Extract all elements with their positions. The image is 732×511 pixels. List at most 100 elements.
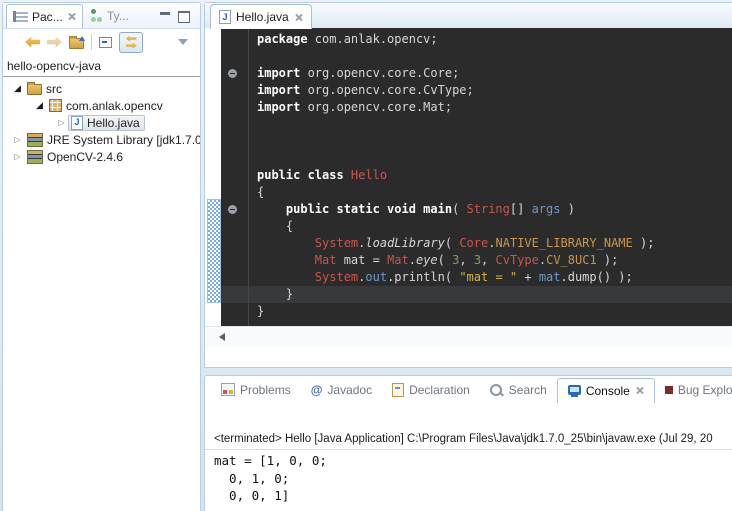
editor-left-ruler [205, 28, 221, 347]
code-token: public class [257, 168, 351, 182]
console-output-line: mat = [1, 0, 0; [214, 452, 327, 470]
close-icon[interactable] [67, 12, 76, 21]
view-menu-icon[interactable] [178, 39, 188, 50]
console-tab-problems[interactable]: Problems [211, 378, 301, 402]
tree-item-com-anlak-opencv[interactable]: ◢ com.anlak.opencv [3, 97, 200, 114]
code-text[interactable]: package com.anlak.opencv; import org.open… [249, 31, 732, 320]
code-line-7[interactable] [249, 133, 732, 150]
code-token: , [459, 253, 473, 267]
console-tab-bug-explorer[interactable]: Bug Explorer [655, 378, 732, 402]
code-token: .dump() ); [561, 270, 633, 284]
package-icon [49, 99, 62, 112]
expand-arrow-icon[interactable]: ▷ [11, 135, 24, 144]
tab-type-hierarchy-label: Ty... [107, 9, 129, 23]
code-token [257, 236, 315, 250]
code-token: NATIVE_LIBRARY_NAME [495, 236, 632, 250]
code-token: . [539, 253, 546, 267]
code-line-17[interactable]: } [249, 303, 732, 320]
code-token: CV_8UC1 [546, 253, 597, 267]
tab-package-explorer[interactable]: Pac... [6, 4, 83, 28]
project-root-label[interactable]: hello-opencv-java [3, 55, 200, 75]
code-line-10[interactable]: { [249, 184, 732, 201]
minimize-icon[interactable] [160, 12, 170, 15]
package-folder-icon [27, 84, 42, 95]
tree-item-hello-java[interactable]: ▷ J Hello.java [3, 114, 200, 131]
back-button[interactable] [25, 37, 40, 48]
package-explorer-tree: ◢src◢com.anlak.opencv▷JHello.java▷JRE Sy… [3, 80, 200, 165]
code-line-12[interactable]: { [249, 218, 732, 235]
console-separator [205, 449, 732, 450]
java-letter: J [74, 118, 79, 127]
forward-button[interactable] [47, 37, 62, 48]
code-line-3[interactable]: import org.opencv.core.Core; [249, 65, 732, 82]
code-line-13[interactable]: System.loadLibrary( Core.NATIVE_LIBRARY_… [249, 235, 732, 252]
code-token: out [365, 270, 387, 284]
collapse-arrow-icon[interactable]: ◢ [33, 100, 46, 111]
tab-hello-java[interactable]: J Hello.java [210, 4, 312, 29]
console-output-line: 0, 1, 0; [214, 470, 327, 488]
expand-arrow-icon[interactable]: ▷ [55, 118, 68, 127]
code-line-4[interactable]: import org.opencv.core.CvType; [249, 82, 732, 99]
code-line-16[interactable]: } [249, 286, 732, 303]
library-icon [27, 133, 43, 147]
code-line-11[interactable]: public static void main( String[] args ) [249, 201, 732, 218]
code-token: Mat [387, 253, 409, 267]
code-token: import [257, 100, 300, 114]
tree-item-label: Hello.java [87, 116, 140, 130]
scroll-left-icon[interactable] [215, 333, 225, 341]
code-line-6[interactable] [249, 116, 732, 133]
console-tab-console[interactable]: Console [557, 378, 655, 403]
code-line-15[interactable]: System.out.println( "mat = " + mat.dump(… [249, 269, 732, 286]
code-token [257, 202, 286, 216]
code-token: ( [438, 253, 452, 267]
code-line-5[interactable]: import org.opencv.core.Mat; [249, 99, 732, 116]
code-line-14[interactable]: Mat mat = Mat.eye( 3, 3, CvType.CV_8UC1 … [249, 252, 732, 269]
tree-item-label: src [46, 82, 62, 96]
bug-icon [665, 386, 673, 394]
console-tabbar: Problems @JavadocDeclarationSearchConsole… [205, 376, 732, 403]
java-file-icon: J [219, 10, 231, 24]
code-line-9[interactable]: public class Hello [249, 167, 732, 184]
close-icon[interactable] [635, 386, 644, 395]
maximize-icon[interactable] [178, 11, 190, 23]
fold-gutter [221, 28, 249, 347]
tree-item-jre-system-library-jdk1-7-0[interactable]: ▷JRE System Library [jdk1.7.0 [3, 131, 200, 148]
console-tab-search[interactable]: Search [480, 378, 557, 402]
link-with-editor-button[interactable] [119, 32, 143, 53]
code-token: import [257, 83, 300, 97]
code-token: import [257, 66, 300, 80]
tab-type-hierarchy[interactable]: Ty... [85, 4, 135, 27]
fold-marker-icon[interactable] [228, 205, 237, 214]
horizontal-scrollbar[interactable] [205, 326, 732, 347]
console-tab-label: Problems [240, 383, 291, 397]
code-token [257, 253, 315, 267]
console-tab-javadoc[interactable]: @Javadoc [301, 378, 382, 402]
tree-item-label: com.anlak.opencv [66, 99, 163, 113]
close-icon[interactable] [294, 13, 303, 22]
code-token: 3 [474, 253, 481, 267]
code-token: , [481, 253, 495, 267]
console-tab-declaration[interactable]: Declaration [382, 378, 480, 402]
editor-body: package com.anlak.opencv; import org.open… [205, 28, 732, 347]
code-line-8[interactable] [249, 150, 732, 167]
collapse-all-button[interactable] [99, 37, 112, 48]
code-token: ( [445, 236, 459, 250]
console-view: Problems @JavadocDeclarationSearchConsole… [204, 375, 732, 511]
expand-arrow-icon[interactable]: ▷ [11, 152, 24, 161]
code-token: System [315, 236, 358, 250]
console-output[interactable]: mat = [1, 0, 0; 0, 1, 0; 0, 0, 1] [214, 452, 327, 505]
tree-item-opencv-2-4-6[interactable]: ▷OpenCV-2.4.6 [3, 148, 200, 165]
code-token: .println( [387, 270, 459, 284]
problems-icon [221, 383, 235, 396]
code-editor[interactable]: package com.anlak.opencv; import org.open… [221, 28, 732, 347]
code-line-2[interactable] [249, 48, 732, 65]
code-line-1[interactable]: package com.anlak.opencv; [249, 31, 732, 48]
code-token: Hello [351, 168, 387, 182]
link-arrow-icon [126, 36, 137, 42]
fold-marker-icon[interactable] [228, 69, 237, 78]
console-tab-label: Javadoc [327, 383, 372, 397]
library-icon [27, 150, 43, 164]
tree-item-src[interactable]: ◢ src [3, 80, 200, 97]
go-up-button[interactable] [69, 38, 84, 49]
collapse-arrow-icon[interactable]: ◢ [11, 83, 24, 94]
